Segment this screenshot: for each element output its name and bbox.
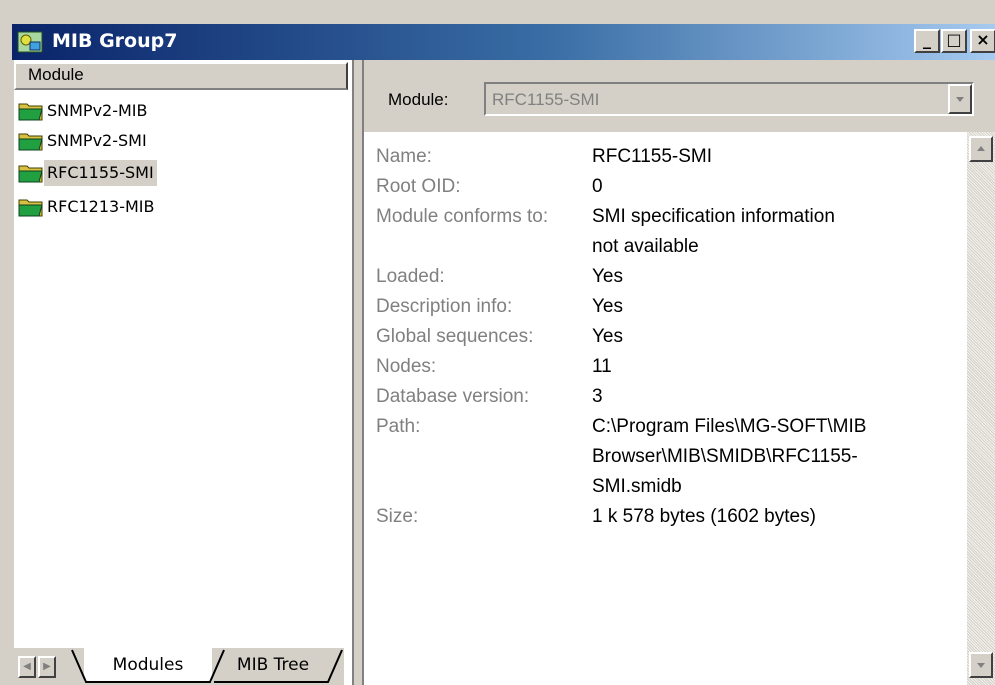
- module-selector-row: Module: RFC1155-SMI: [364, 60, 995, 132]
- info-value: 11: [592, 356, 612, 377]
- window-title: MIB Group7: [52, 30, 178, 52]
- info-key: Global sequences:: [376, 326, 534, 347]
- folder-icon: [18, 199, 43, 217]
- module-item-snmpv2-smi[interactable]: SNMPv2-SMI: [16, 124, 346, 158]
- folder-icon: [18, 133, 43, 151]
- info-value: C:\Program Files\MG-SOFT\MIB: [592, 416, 867, 437]
- module-column-header[interactable]: Module: [14, 62, 348, 90]
- chevron-up-icon: [977, 146, 985, 151]
- module-item-label: RFC1213-MIB: [47, 197, 155, 216]
- chevron-down-icon: [956, 97, 964, 102]
- info-value: Yes: [592, 296, 623, 317]
- info-key: Module conforms to:: [376, 206, 549, 227]
- info-key: Description info:: [376, 296, 513, 317]
- info-key: Name:: [376, 146, 432, 167]
- module-item-label: RFC1155-SMI: [44, 160, 157, 186]
- mib-group-window: MIB Group7 _ □ × Module SNMPv2-MIB SNMPv…: [0, 0, 995, 685]
- module-item-rfc1213-mib[interactable]: RFC1213-MIB: [16, 190, 346, 224]
- vertical-scrollbar[interactable]: [967, 132, 995, 685]
- info-key: Database version:: [376, 386, 530, 407]
- folder-icon: [18, 165, 43, 183]
- info-value: Yes: [592, 266, 623, 287]
- mib-app-icon: [17, 31, 43, 53]
- close-button[interactable]: ×: [970, 29, 995, 53]
- info-value: Yes: [592, 326, 623, 347]
- left-pane-tabs: ◀ ▶ Modules MIB Tree: [14, 648, 344, 685]
- module-item-label: SNMPv2-MIB: [47, 101, 148, 120]
- info-value: RFC1155-SMI: [592, 146, 713, 167]
- dropdown-arrow-button[interactable]: [948, 84, 972, 114]
- tab-outline: [71, 649, 343, 683]
- info-value: not available: [592, 236, 699, 257]
- info-key: Nodes:: [376, 356, 437, 377]
- info-value: 1 k 578 bytes (1602 bytes): [592, 506, 816, 527]
- scroll-down-button[interactable]: [969, 652, 993, 678]
- module-select[interactable]: RFC1155-SMI: [484, 82, 974, 116]
- module-select-value: RFC1155-SMI: [492, 90, 600, 109]
- folder-icon: [18, 103, 43, 121]
- minimize-button[interactable]: _: [914, 29, 940, 53]
- info-key: Path:: [376, 416, 421, 437]
- module-details-pane: Module: RFC1155-SMI Name: RFC1155-SMI Ro…: [362, 60, 995, 685]
- info-value: 0: [592, 176, 603, 197]
- info-value: Browser\MIB\SMIDB\RFC1155-: [592, 446, 858, 467]
- scroll-up-button[interactable]: [969, 136, 993, 162]
- module-item-label: SNMPv2-SMI: [47, 131, 147, 150]
- maximize-button[interactable]: □: [941, 29, 967, 53]
- module-list-pane: Module SNMPv2-MIB SNMPv2-SMI RFC1155-SMI…: [14, 60, 354, 685]
- info-key: Loaded:: [376, 266, 445, 287]
- info-key: Root OID:: [376, 176, 461, 197]
- info-value: SMI.smidb: [592, 476, 682, 497]
- title-bar[interactable]: MIB Group7 _ □ ×: [12, 24, 995, 60]
- info-value: SMI specification information: [592, 206, 835, 227]
- module-info-panel: Name: RFC1155-SMI Root OID: 0 Module con…: [364, 132, 967, 685]
- module-item-rfc1155-smi[interactable]: RFC1155-SMI: [16, 156, 346, 190]
- module-selector-label: Module:: [388, 90, 449, 109]
- chevron-down-icon: [977, 663, 985, 668]
- info-key: Size:: [376, 506, 419, 527]
- info-value: 3: [592, 386, 603, 407]
- module-item-snmpv2-mib[interactable]: SNMPv2-MIB: [16, 94, 346, 128]
